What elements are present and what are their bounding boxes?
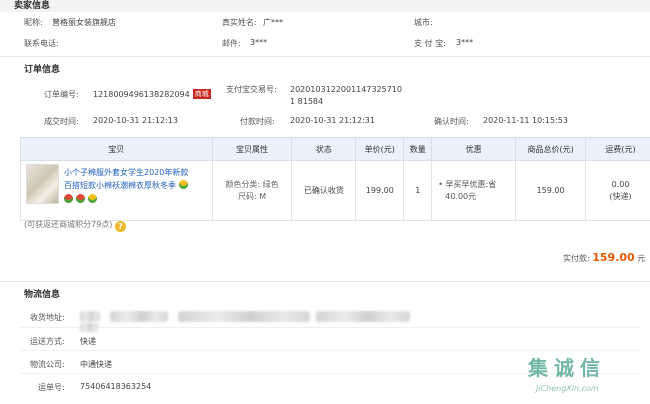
watermark-url: JiChengXin.com [536, 384, 599, 393]
discount-amount: 40.00元 [445, 191, 477, 201]
product-title-link[interactable]: 小个子棉服外套女学生2020年新款百搭短款小棉袄潮棉衣厚秋冬季 [64, 166, 194, 206]
order-confirmed-label: 确认时间: [434, 117, 469, 126]
order-confirmed-value: 2020-11-11 10:15:53 [483, 116, 568, 125]
product-title[interactable]: 小个子棉服外套女学生2020年新款百搭短款小棉袄潮棉衣厚秋冬季 [64, 168, 188, 190]
attribute-color: 颜色分类: 绿色 [225, 179, 279, 189]
subtotal-cell: 159.00 [515, 160, 587, 221]
col-header-quantity: 数量 [403, 137, 433, 161]
shipping-method-label: 运送方式: [30, 337, 65, 346]
gift-icon [76, 194, 85, 203]
seller-email-value: 3*** [250, 38, 268, 47]
seller-nickname-label: 昵称: [24, 18, 43, 27]
alipay-trade-value: 20201031220011473257101 81584 [290, 85, 402, 106]
gift-icon [179, 180, 188, 189]
col-header-shipping: 运费(元) [585, 137, 650, 161]
col-header-unit-price: 单价(元) [355, 137, 405, 161]
divider [20, 350, 640, 351]
divider [0, 56, 650, 57]
order-number-text: 1218009496138282094 [93, 90, 190, 99]
col-header-attributes: 宝贝属性 [211, 137, 293, 161]
watermark-logo-text: 集诚信 [528, 356, 606, 380]
address-value-redacted [178, 311, 310, 322]
tmall-badge: 商城 [192, 89, 211, 99]
discount-cell: • 早买早优惠:省 40.00元 [431, 160, 517, 221]
divider [0, 281, 650, 282]
address-value-redacted [80, 311, 100, 322]
alipay-trade-label: 支付宝交易号: [226, 85, 277, 94]
discount-line: • 早买早优惠:省 [438, 179, 497, 189]
gift-icon [64, 194, 73, 203]
total-paid: 实付款: 159.00 元 [563, 251, 645, 264]
gift-icon [88, 194, 97, 203]
order-created-label: 成交时间: [44, 117, 79, 126]
shipping-method: (快递) [609, 191, 632, 201]
seller-alipay-value: 3*** [456, 38, 474, 47]
col-header-discount: 优惠 [431, 137, 517, 161]
carrier-label: 物流公司: [30, 360, 65, 369]
shipping-method-value: 快递 [80, 337, 96, 346]
table-header-row: 宝贝 宝贝属性 状态 单价(元) 数量 优惠 商品总价(元) 运费(元) [20, 137, 650, 161]
total-label: 实付款: [563, 254, 590, 263]
status-cell: 已确认收货 [291, 160, 357, 221]
shipping-fee: 0.00 [611, 179, 630, 189]
credit-note: (可获返还商城积分79点) ? [24, 219, 126, 232]
order-number-value: 1218009496138282094 商城 [93, 89, 211, 99]
seller-section-title: 卖家信息 [0, 0, 650, 12]
shipping-cell: 0.00 (快递) [585, 160, 650, 221]
order-section-title: 订单信息 [0, 62, 650, 78]
tracking-label: 运单号: [38, 383, 65, 392]
address-label: 收货地址: [30, 313, 65, 322]
shipping-note-redacted [80, 323, 98, 332]
seller-realname-label: 真实姓名: [222, 18, 257, 27]
address-value-redacted [316, 311, 410, 322]
address-value-redacted [110, 311, 168, 322]
unit-price-cell: 199.00 [355, 160, 405, 221]
divider [20, 327, 640, 328]
quantity-cell: 1 [403, 160, 433, 221]
order-paid-label: 付款时间: [240, 117, 275, 126]
order-number-label: 订单编号: [44, 90, 79, 99]
tracking-number[interactable]: 75406418363254 [80, 382, 151, 391]
question-icon[interactable]: ? [114, 221, 126, 232]
col-header-status: 状态 [291, 137, 357, 161]
logistics-section-title: 物流信息 [0, 287, 650, 303]
carrier-value: 中通快递 [80, 360, 112, 369]
order-paid-value: 2020-10-31 21:12:31 [290, 116, 375, 125]
seller-email-label: 邮件: [222, 39, 241, 48]
order-created-value: 2020-10-31 21:12:13 [93, 116, 178, 125]
attribute-size: 尺码: M [237, 191, 267, 201]
site-watermark: 集诚信 JiChengXin.com [528, 352, 644, 398]
seller-city-label: 城市: [414, 18, 433, 27]
product-thumbnail[interactable] [26, 164, 59, 204]
seller-nickname-value: 曾格丽女装旗舰店 [52, 18, 116, 27]
col-header-subtotal: 商品总价(元) [515, 137, 587, 161]
credit-note-text: (可获返还商城积分79点) [24, 220, 113, 229]
seller-realname-value: 广*** [263, 18, 283, 27]
seller-contact-label: 联系电话: [24, 39, 59, 48]
col-header-item: 宝贝 [20, 137, 213, 161]
total-amount: 159.00 [592, 251, 635, 264]
attributes-cell: 颜色分类: 绿色 尺码: M [211, 160, 293, 221]
seller-alipay-label: 支 付 宝: [414, 39, 446, 48]
total-unit: 元 [637, 254, 646, 263]
